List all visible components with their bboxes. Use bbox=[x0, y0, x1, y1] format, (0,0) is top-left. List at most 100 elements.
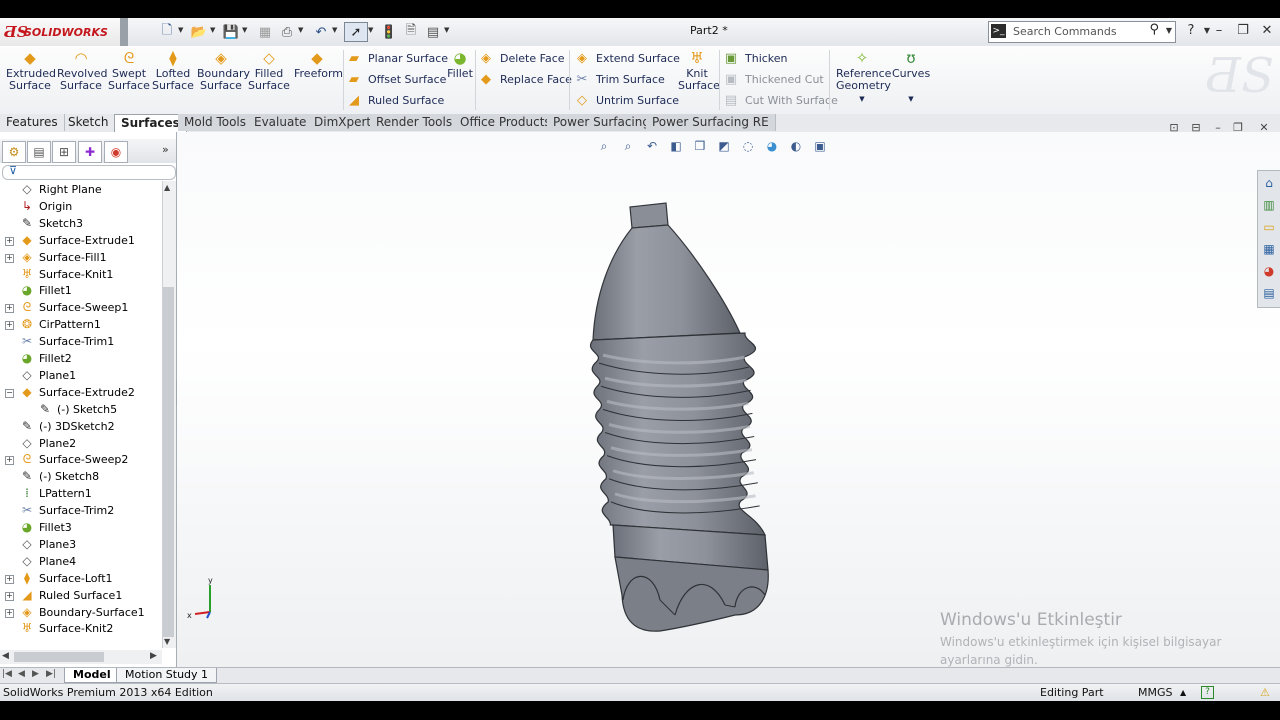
search-icon[interactable]: ⚲ bbox=[1149, 22, 1159, 37]
expand-icon[interactable]: + bbox=[5, 304, 14, 314]
bottle-3d-model[interactable] bbox=[575, 195, 780, 640]
expand-icon[interactable]: + bbox=[5, 456, 14, 466]
minimize-viewport-button[interactable]: – bbox=[1210, 121, 1226, 135]
chevron-down-icon[interactable]: ▼ bbox=[242, 26, 248, 38]
file-explorer-icon[interactable]: ▭ bbox=[1261, 219, 1277, 235]
rebuild-icon[interactable]: 🚦 bbox=[378, 22, 400, 42]
tree-item[interactable]: ✎ (-) 3DSketch2 bbox=[0, 418, 162, 435]
tree-item[interactable]: ◇ Plane4 bbox=[0, 553, 162, 570]
tab-power-surfacing[interactable]: Power Surfacing bbox=[547, 114, 657, 131]
chevron-down-icon[interactable]: ▼ bbox=[178, 26, 184, 38]
tree-item[interactable]: + ◢ Ruled Surface1 bbox=[0, 587, 162, 604]
fillet-button[interactable]: ◕ Fillet bbox=[446, 50, 474, 80]
more-tabs-icon[interactable]: » bbox=[162, 143, 169, 156]
tab-office-products[interactable]: Office Products bbox=[454, 114, 558, 131]
file-properties-icon[interactable]: 🗎 bbox=[400, 22, 422, 42]
tab-render-tools[interactable]: Render Tools bbox=[370, 114, 460, 131]
tree-item[interactable]: ♅ Surface-Knit1 bbox=[0, 266, 162, 283]
tree-item[interactable]: ♅ Surface-Knit2 bbox=[0, 620, 162, 636]
tab-features[interactable]: Features bbox=[0, 114, 65, 131]
filled-surface-button[interactable]: ◇ Filled Surface bbox=[248, 50, 290, 92]
knit-surface-button[interactable]: ♅ Knit Surface bbox=[678, 50, 720, 92]
minimize-button[interactable]: – bbox=[1210, 22, 1228, 40]
cut-with-surface-button[interactable]: ▤ Cut With Surface bbox=[723, 90, 838, 110]
tree-item[interactable]: ◇ Plane1 bbox=[0, 367, 162, 384]
chevron-down-icon[interactable]: ▼ bbox=[1166, 26, 1172, 35]
tree-item[interactable]: − ◆ Surface-Extrude2 bbox=[0, 384, 162, 401]
tree-item[interactable]: ⁞ LPattern1 bbox=[0, 485, 162, 502]
print-preview-icon[interactable]: ▦ bbox=[254, 22, 276, 42]
tree-item[interactable]: ↳ Origin bbox=[0, 198, 162, 215]
thicken-button[interactable]: ▣ Thicken bbox=[723, 48, 788, 68]
menu-expand-arrow[interactable] bbox=[120, 18, 128, 46]
select-arrow-icon[interactable]: ➚ bbox=[344, 22, 368, 42]
undo-icon[interactable]: ↶ bbox=[310, 22, 332, 42]
thickened-cut-button[interactable]: ▣ Thickened Cut bbox=[723, 69, 824, 89]
tree-item[interactable]: ◇ Plane3 bbox=[0, 536, 162, 553]
extend-surface-button[interactable]: ◈ Extend Surface bbox=[574, 48, 680, 68]
configuration-manager-icon[interactable]: ⊞ bbox=[52, 141, 76, 163]
design-library-icon[interactable]: ▥ bbox=[1261, 197, 1277, 213]
view-orientation-icon[interactable]: ❒ bbox=[690, 139, 710, 157]
close-viewport-button[interactable]: ✕ bbox=[1256, 121, 1272, 135]
scrollbar-thumb[interactable] bbox=[163, 287, 174, 637]
next-tab-icon[interactable]: ▶ bbox=[32, 669, 39, 679]
chevron-down-icon[interactable]: ▼ bbox=[332, 26, 338, 38]
tree-item[interactable]: ✎ (-) Sketch8 bbox=[0, 468, 162, 485]
freeform-button[interactable]: ◆ Freeform bbox=[294, 50, 343, 80]
untrim-surface-button[interactable]: ◇ Untrim Surface bbox=[574, 90, 679, 110]
display-manager-icon[interactable]: ◉ bbox=[104, 141, 128, 163]
first-tab-icon[interactable]: |◀ bbox=[2, 669, 12, 679]
solidworks-resources-icon[interactable]: ⌂ bbox=[1261, 175, 1277, 191]
split-view-icon[interactable]: ⊟ bbox=[1188, 121, 1204, 135]
chevron-down-icon[interactable]: ▼ bbox=[210, 26, 216, 38]
tree-item[interactable]: + ᘓ Surface-Sweep2 bbox=[0, 451, 162, 468]
tree-item[interactable]: ◇ Right Plane bbox=[0, 181, 162, 198]
tree-item[interactable]: ◕ Fillet1 bbox=[0, 282, 162, 299]
restore-button[interactable]: ❐ bbox=[1234, 22, 1252, 40]
tab-dimxpert[interactable]: DimXpert bbox=[308, 114, 379, 131]
chevron-down-icon[interactable]: ▼ bbox=[444, 26, 450, 38]
tree-item[interactable]: ◇ Plane2 bbox=[0, 435, 162, 452]
tree-item[interactable]: ✎ (-) Sketch5 bbox=[0, 401, 162, 418]
previous-view-icon[interactable]: ↶ bbox=[642, 139, 662, 157]
swept-surface-button[interactable]: ᘓ Swept Surface bbox=[108, 50, 150, 92]
solidworks-logo[interactable]: ƋS SOLIDWORKS bbox=[0, 18, 121, 46]
appearances-icon[interactable]: ◕ bbox=[1261, 263, 1277, 279]
edit-appearance-icon[interactable]: ◕ bbox=[762, 139, 782, 157]
collapse-icon[interactable]: − bbox=[5, 388, 14, 398]
scroll-up-icon[interactable]: ▲ bbox=[164, 183, 170, 192]
tab-sketch[interactable]: Sketch bbox=[62, 114, 116, 131]
close-button[interactable]: ✕ bbox=[1258, 22, 1276, 40]
help-icon[interactable]: ? bbox=[1201, 686, 1214, 699]
replace-face-button[interactable]: ◆ Replace Face bbox=[478, 69, 572, 89]
tile-view-icon[interactable]: ⊡ bbox=[1166, 121, 1182, 135]
rebuild-status-icon[interactable]: ⚠ bbox=[1260, 686, 1270, 699]
apply-scene-icon[interactable]: ◐ bbox=[786, 139, 806, 157]
lofted-surface-button[interactable]: ⧫ Lofted Surface bbox=[152, 50, 194, 92]
expand-icon[interactable]: + bbox=[5, 236, 14, 246]
ruled-surface-button[interactable]: ◢ Ruled Surface bbox=[346, 90, 444, 110]
tab-model[interactable]: Model bbox=[64, 668, 120, 683]
tree-item[interactable]: ◕ Fillet2 bbox=[0, 350, 162, 367]
units-selector[interactable]: MMGS bbox=[1138, 686, 1173, 699]
scroll-down-icon[interactable]: ▼ bbox=[164, 637, 170, 646]
scroll-right-icon[interactable]: ▶ bbox=[150, 651, 157, 661]
expand-icon[interactable]: + bbox=[5, 574, 14, 584]
curves-button[interactable]: ʊ Curves ▼ bbox=[892, 50, 930, 105]
tree-item[interactable]: + ◈ Boundary-Surface1 bbox=[0, 604, 162, 621]
chevron-up-icon[interactable]: ▲ bbox=[1180, 688, 1186, 697]
tree-filter-input[interactable]: ⊽ bbox=[2, 164, 176, 180]
open-folder-icon[interactable]: 📂 bbox=[188, 22, 210, 42]
delete-face-button[interactable]: ◈ Delete Face bbox=[478, 48, 565, 68]
tree-item[interactable]: ✂ Surface-Trim1 bbox=[0, 333, 162, 350]
section-view-icon[interactable]: ◧ bbox=[666, 139, 686, 157]
last-tab-icon[interactable]: ▶| bbox=[46, 669, 56, 679]
search-commands-box[interactable]: >_ Search Commands ⚲ ▼ bbox=[988, 21, 1176, 43]
display-style-icon[interactable]: ◩ bbox=[714, 139, 734, 157]
tree-item[interactable]: + ᘓ Surface-Sweep1 bbox=[0, 299, 162, 316]
hide-show-items-icon[interactable]: ◌ bbox=[738, 139, 758, 157]
expand-icon[interactable]: + bbox=[5, 591, 14, 601]
scroll-left-icon[interactable]: ◀ bbox=[2, 651, 9, 661]
custom-properties-icon[interactable]: ▤ bbox=[1261, 285, 1277, 301]
